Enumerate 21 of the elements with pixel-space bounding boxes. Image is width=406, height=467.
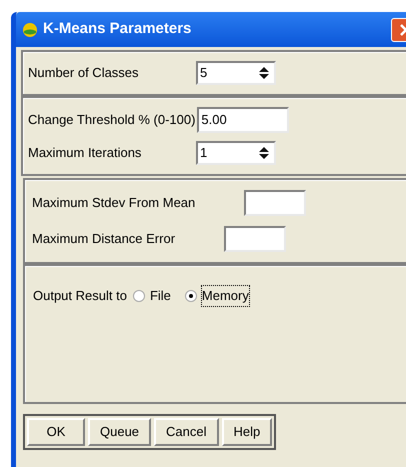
window-title: K-Means Parameters: [43, 19, 192, 40]
dialog-button[interactable]: OK: [27, 418, 85, 446]
output-label: Output Result to: [33, 287, 127, 305]
field-label: Maximum Iterations: [28, 144, 142, 162]
radio-option[interactable]: File: [132, 286, 171, 306]
spin-box[interactable]: 5: [196, 61, 276, 85]
dialog-button[interactable]: Cancel: [154, 418, 219, 446]
input-field[interactable]: 5.00: [197, 107, 290, 133]
globe-icon: [22, 22, 38, 38]
input-field[interactable]: [244, 190, 306, 216]
spin-box[interactable]: 1: [196, 141, 276, 165]
spin-arrows-icon[interactable]: [257, 65, 271, 81]
dialog-button[interactable]: Queue: [88, 418, 152, 446]
radio-option[interactable]: Memory: [184, 286, 249, 306]
field-label: Change Threshold % (0-100): [28, 111, 196, 130]
input-field[interactable]: [224, 226, 286, 252]
field-label: Maximum Distance Error: [32, 230, 176, 248]
field-label: Number of Classes: [28, 64, 140, 82]
field-label: Maximum Stdev From Mean: [32, 194, 196, 212]
dialog-button[interactable]: Help: [222, 418, 272, 446]
spin-arrows-icon[interactable]: [257, 145, 271, 161]
